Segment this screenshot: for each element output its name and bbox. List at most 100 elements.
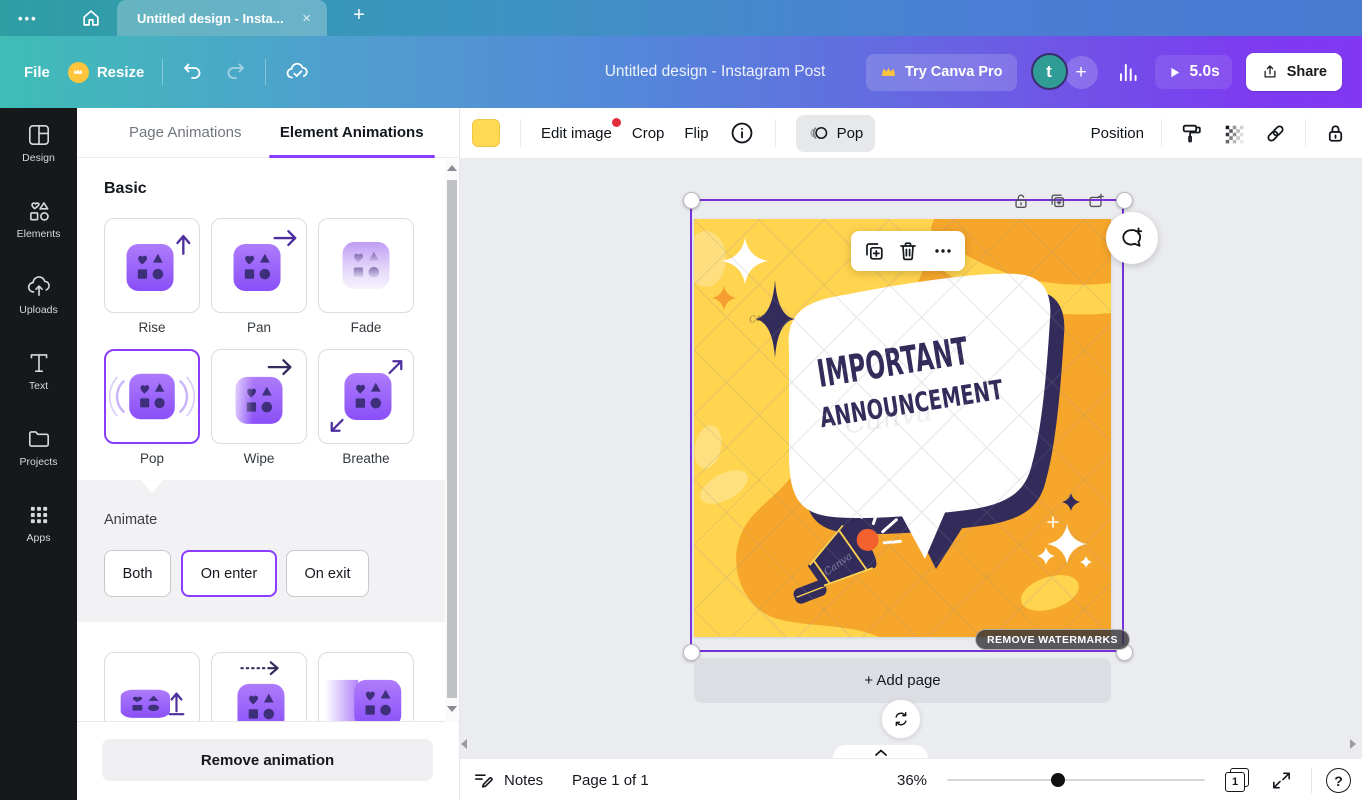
add-member-button[interactable]: +	[1065, 56, 1098, 89]
more-options-button[interactable]	[931, 239, 955, 263]
fullscreen-button[interactable]	[1270, 769, 1293, 792]
animation-card-pan[interactable]	[211, 218, 307, 313]
position-button[interactable]: Position	[1091, 125, 1144, 142]
sidebar-rail: Design Elements Uploads Text Projects	[0, 108, 77, 800]
sidebar-item-text[interactable]: Text	[0, 350, 77, 394]
show-pages-tab[interactable]	[833, 745, 928, 758]
animation-card-rise[interactable]	[104, 218, 200, 313]
delete-element-button[interactable]	[896, 239, 920, 263]
redo-button[interactable]	[223, 60, 247, 84]
animation-rise[interactable]: Rise	[104, 218, 200, 335]
panel-scrollbar-thumb[interactable]	[447, 180, 457, 698]
sidebar-item-apps[interactable]: Apps	[0, 502, 77, 546]
divider	[520, 119, 521, 147]
elements-icon	[26, 198, 52, 224]
add-page-above-button[interactable]	[1085, 190, 1107, 212]
document-title[interactable]: Untitled design - Instagram Post	[555, 36, 875, 108]
animation-card-breathe[interactable]	[318, 349, 414, 444]
sidebar-item-projects[interactable]: Projects	[0, 426, 77, 470]
sidebar-item-elements[interactable]: Elements	[0, 198, 77, 242]
edit-image-button[interactable]: Edit image	[541, 125, 612, 142]
undo-button[interactable]	[181, 60, 205, 84]
flip-button[interactable]: Flip	[684, 125, 708, 142]
pan-animation-icon	[212, 218, 306, 313]
editor-header: File Resize Untitled design - Instagram …	[0, 36, 1362, 108]
info-button[interactable]	[729, 120, 755, 146]
copy-style-button[interactable]	[1179, 121, 1204, 146]
remove-animation-button[interactable]: Remove animation	[102, 739, 433, 781]
animations-panel: Page Animations Element Animations Basic…	[77, 108, 460, 800]
resize-handle-topright[interactable]	[1116, 192, 1133, 209]
add-page-button[interactable]: + Add page	[694, 658, 1111, 703]
link-button[interactable]	[1263, 121, 1288, 146]
zoom-slider-handle[interactable]	[1051, 773, 1065, 787]
tab-element-animations[interactable]: Element Animations	[269, 108, 436, 157]
panel-footer: Remove animation	[77, 722, 459, 800]
share-button[interactable]: Share	[1246, 53, 1342, 91]
tab-page-animations[interactable]: Page Animations	[102, 108, 269, 157]
status-bar: Notes Page 1 of 1 36% 1 ?	[460, 758, 1362, 800]
sidebar-item-uploads[interactable]: Uploads	[0, 274, 77, 318]
context-toolbar: Edit image Crop Flip Pop Position	[460, 108, 1362, 159]
file-menu[interactable]: File	[24, 64, 50, 81]
pro-crown-icon	[68, 62, 89, 83]
duplicate-page-button[interactable]	[1047, 190, 1069, 212]
color-swatch[interactable]	[472, 119, 500, 147]
scroll-up-arrow-icon[interactable]	[447, 165, 457, 171]
avatar[interactable]: t	[1031, 53, 1068, 90]
animate-option-on-enter[interactable]: On enter	[181, 550, 277, 597]
hscroll-right-arrow-icon[interactable]	[1350, 739, 1356, 749]
home-icon	[80, 7, 102, 29]
pages-view-button[interactable]: 1	[1225, 768, 1251, 793]
account-area: + t	[1031, 52, 1101, 92]
scroll-down-arrow-icon[interactable]	[447, 706, 457, 712]
crop-button[interactable]: Crop	[632, 125, 665, 142]
resize-button[interactable]: Resize	[68, 62, 145, 83]
chevron-up-icon	[874, 748, 888, 758]
preview-duration-button[interactable]: 5.0s	[1155, 55, 1232, 89]
new-tab-button[interactable]: +	[345, 4, 373, 27]
lock-page-button[interactable]	[1010, 190, 1032, 212]
animation-card-pop-selected[interactable]	[104, 349, 200, 444]
remove-watermarks-button[interactable]: REMOVE WATERMARKS	[975, 629, 1130, 650]
animation-pop[interactable]: Pop	[104, 349, 200, 466]
zoom-slider[interactable]	[947, 779, 1205, 781]
pop-animation-icon	[808, 122, 830, 144]
divider	[1305, 119, 1306, 147]
wipe-animation-icon	[212, 349, 306, 444]
duplicate-element-button[interactable]	[862, 239, 886, 263]
transparency-button[interactable]	[1221, 121, 1246, 146]
notes-button[interactable]: Notes	[504, 759, 543, 800]
hscroll-left-arrow-icon[interactable]	[461, 739, 467, 749]
animation-card-fade[interactable]	[318, 218, 414, 313]
sidebar-item-design[interactable]: Design	[0, 122, 77, 166]
notification-dot	[612, 118, 621, 127]
window-menu-icon[interactable]: •••	[18, 0, 38, 36]
animation-pop-button[interactable]: Pop	[796, 115, 876, 152]
tab-title: Untitled design - Insta...	[137, 11, 298, 26]
notes-icon[interactable]	[472, 769, 495, 792]
breathe-animation-icon	[319, 349, 413, 444]
animation-pan[interactable]: Pan	[211, 218, 307, 335]
lock-button[interactable]	[1323, 121, 1348, 146]
add-comment-button[interactable]	[1106, 212, 1158, 264]
tab-close-icon[interactable]: ×	[298, 10, 315, 27]
fade-animation-icon	[319, 218, 413, 313]
insights-button[interactable]	[1115, 59, 1141, 85]
browser-tab[interactable]: Untitled design - Insta... ×	[117, 0, 327, 36]
design-page[interactable]: IMPORTANT ANNOUNCEMENT Canva Canva	[694, 219, 1111, 637]
design-icon	[26, 122, 52, 148]
browser-bar: ••• Untitled design - Insta... × +	[0, 0, 1362, 36]
animation-card-wipe[interactable]	[211, 349, 307, 444]
try-canva-pro-button[interactable]: Try Canva Pro	[866, 54, 1017, 91]
resize-handle-topleft[interactable]	[683, 192, 700, 209]
animation-breathe[interactable]: Breathe	[318, 349, 414, 466]
animation-wipe[interactable]: Wipe	[211, 349, 307, 466]
animation-fade[interactable]: Fade	[318, 218, 414, 335]
element-toolbar	[851, 231, 965, 271]
home-button[interactable]	[78, 6, 104, 30]
animate-option-on-exit[interactable]: On exit	[286, 550, 369, 597]
animate-option-both[interactable]: Both	[104, 550, 171, 597]
help-button[interactable]: ?	[1326, 768, 1351, 793]
sync-button[interactable]	[881, 699, 921, 739]
